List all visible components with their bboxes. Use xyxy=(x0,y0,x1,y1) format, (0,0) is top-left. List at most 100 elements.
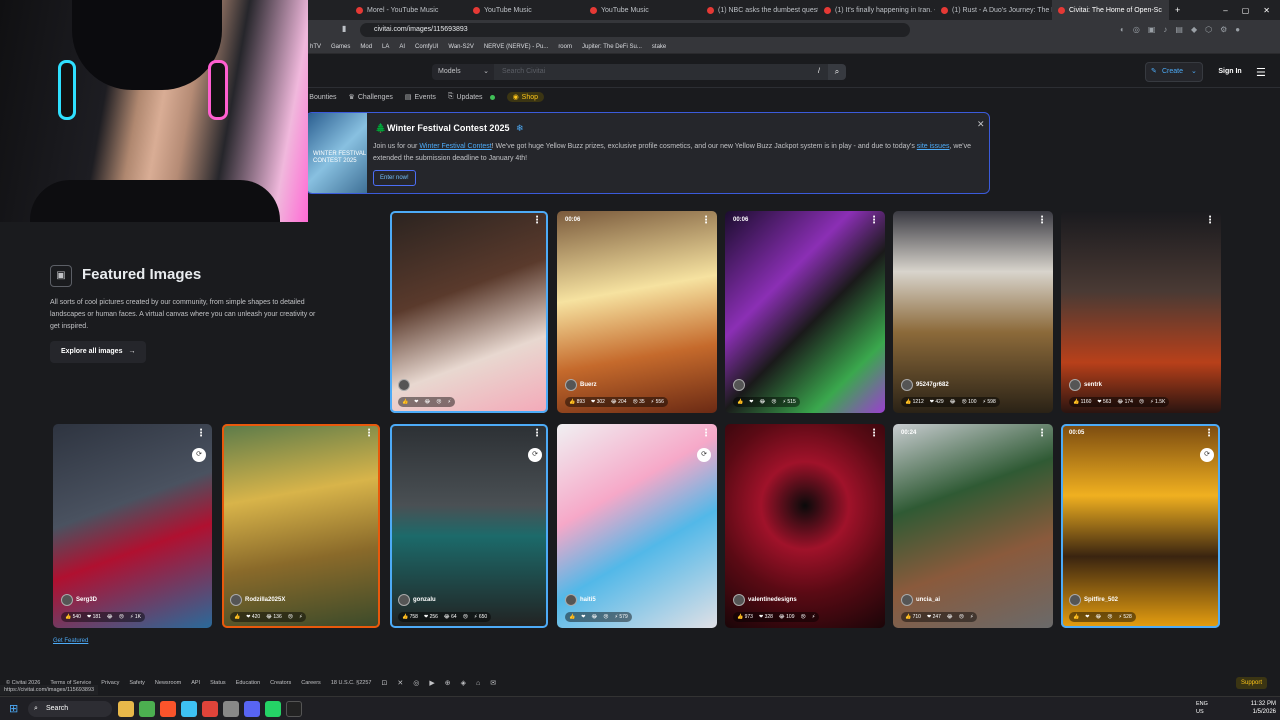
browser-tab[interactable]: (1) NBC asks the dumbest questio xyxy=(701,0,818,20)
extension-icon[interactable]: ▤ xyxy=(1175,25,1183,34)
footer-link[interactable]: Privacy xyxy=(101,680,119,686)
footer-link[interactable]: Creators xyxy=(270,680,291,686)
reaction-stat[interactable]: 😢 xyxy=(771,399,776,405)
app-icon[interactable] xyxy=(181,701,197,717)
reaction-stat[interactable]: 😂 204 xyxy=(611,399,627,405)
search-button[interactable]: ⌕ xyxy=(828,64,846,80)
taskbar-search[interactable]: ⌕ Search xyxy=(28,701,112,717)
create-button[interactable]: ✎ Create ⌄ xyxy=(1145,62,1203,82)
more-options-icon[interactable]: ⋮ xyxy=(1037,428,1047,439)
bookmark-item[interactable]: NERVE (NERVE) - Pu... xyxy=(484,44,548,50)
reaction-stat[interactable]: ⚡ xyxy=(812,614,816,620)
browser-tab[interactable]: (1) Rust - A Duo's Journey: The Ri xyxy=(935,0,1052,20)
image-card[interactable]: ⋮ ⟳ haiti5 👍 ❤ 😂 😢 ⚡ 579 xyxy=(557,424,717,628)
image-card[interactable]: 00:06 ⋮ Buerz 👍 893 ❤ 302 😂 204 😢 35 ⚡ 556 xyxy=(557,211,717,413)
card-user[interactable]: uncia_ai xyxy=(901,594,940,606)
image-card[interactable]: ⋮ 👍 ❤ 😂 😢 ⚡ xyxy=(390,211,548,413)
social-icon[interactable]: ⊡ xyxy=(381,679,387,687)
reaction-stat[interactable]: 👍 893 xyxy=(569,399,585,405)
reaction-stat[interactable]: ❤ xyxy=(414,399,418,405)
reaction-stat[interactable]: ❤ 429 xyxy=(930,399,944,405)
image-card[interactable]: 00:05 ⋮ ⟳ Spitfire_502 👍 ❤ 😂 😢 ⚡ 528 xyxy=(1061,424,1220,628)
reaction-stat[interactable]: ❤ xyxy=(749,399,753,405)
reaction-stat[interactable]: 😢 xyxy=(119,614,124,620)
more-options-icon[interactable]: ⋮ xyxy=(869,428,879,439)
app-icon[interactable] xyxy=(223,701,239,717)
reaction-stat[interactable]: 😂 136 xyxy=(266,614,282,620)
image-card[interactable]: ⋮ sentrk 👍 1160 ❤ 563 😂 174 😢 ⚡ 1.5K xyxy=(1061,211,1221,413)
reaction-stat[interactable]: 😂 64 xyxy=(444,614,457,620)
reaction-stat[interactable]: 👍 758 xyxy=(402,614,418,620)
reaction-stat[interactable]: 😢 xyxy=(603,614,608,620)
footer-link[interactable]: API xyxy=(191,680,200,686)
maximize-icon[interactable]: ▢ xyxy=(1242,6,1250,15)
reaction-stat[interactable]: 😂 174 xyxy=(1117,399,1133,405)
social-icon[interactable]: ✕ xyxy=(397,679,403,687)
browser-tab[interactable]: YouTube Music xyxy=(467,0,584,20)
image-card[interactable]: ⋮ ⟳ Serg3D 👍 540 ❤ 181 😂 😢 ⚡ 1K xyxy=(53,424,212,628)
social-icon[interactable]: ⌂ xyxy=(476,680,480,687)
reaction-stat[interactable]: 👍 1160 xyxy=(1073,399,1091,405)
enter-now-button[interactable]: Enter now! xyxy=(373,170,416,186)
reaction-stat[interactable]: ⚡ xyxy=(970,614,974,620)
card-user[interactable]: Spitfire_502 xyxy=(1069,594,1118,606)
social-icon[interactable]: ⊕ xyxy=(445,679,451,687)
reaction-stat[interactable]: 😂 xyxy=(107,614,113,620)
reaction-stat[interactable]: ❤ 247 xyxy=(927,614,941,620)
nav-item-challenges[interactable]: ♛ Challenges xyxy=(349,93,393,102)
bookmark-item[interactable]: Wan-S2V xyxy=(448,44,473,50)
search-scope-select[interactable]: Models ⌄ xyxy=(432,64,494,80)
more-options-icon[interactable]: ⋮ xyxy=(701,428,711,439)
reaction-stat[interactable]: 😢 xyxy=(1139,399,1144,405)
taskbar-clock[interactable]: 11:32 PM 1/5/2026 xyxy=(1240,700,1276,716)
bookmark-item[interactable]: LA xyxy=(382,44,389,50)
reaction-stat[interactable]: 👍 xyxy=(1073,614,1079,620)
reaction-stat[interactable]: 😂 109 xyxy=(779,614,795,620)
discord-icon[interactable] xyxy=(244,701,260,717)
reaction-stat[interactable]: ❤ 563 xyxy=(1097,399,1111,405)
more-options-icon[interactable]: ⋮ xyxy=(1205,215,1215,226)
reaction-stat[interactable]: ⚡ 1K xyxy=(130,614,141,620)
remix-icon[interactable]: ⟳ xyxy=(528,448,542,462)
url-field[interactable]: civitai.com/images/115693893 xyxy=(360,23,910,37)
card-user[interactable] xyxy=(398,379,413,391)
reaction-stat[interactable]: 👍 540 xyxy=(65,614,81,620)
close-icon[interactable]: ✕ xyxy=(977,119,985,130)
browser-tab[interactable]: YouTube Music xyxy=(584,0,701,20)
social-icon[interactable]: ◎ xyxy=(413,679,419,687)
image-card[interactable]: 00:24 ⋮ uncia_ai 👍 710 ❤ 247 😂 😢 ⚡ xyxy=(893,424,1053,628)
reaction-stat[interactable]: 😂 xyxy=(591,614,597,620)
more-options-icon[interactable]: ⋮ xyxy=(532,215,542,226)
close-icon[interactable]: ✕ xyxy=(1263,6,1270,15)
browser-tab[interactable]: (1) It's finally happening in Iran. - xyxy=(818,0,935,20)
reaction-stat[interactable]: ⚡ 556 xyxy=(651,399,664,405)
nav-item-updates[interactable]: ⎘ Updates xyxy=(448,93,495,101)
reaction-stat[interactable]: ⚡ xyxy=(448,399,452,405)
reaction-stat[interactable]: 😂 xyxy=(759,399,765,405)
social-icon[interactable]: ◈ xyxy=(461,679,466,687)
reaction-stat[interactable]: 😢 xyxy=(288,614,293,620)
card-user[interactable]: Rodzilla2025X xyxy=(230,594,285,606)
reaction-stat[interactable]: 😂 xyxy=(424,399,430,405)
sign-in-button[interactable]: Sign In xyxy=(1212,62,1248,82)
reaction-stat[interactable]: ⚡ 515 xyxy=(783,399,796,405)
reaction-stat[interactable]: 😂 xyxy=(1095,614,1101,620)
image-card[interactable]: ⋮ Rodzilla2025X 👍 ❤ 420 😂 136 😢 ⚡ xyxy=(222,424,380,628)
bookmark-item[interactable]: Jupiter: The DeFi Su... xyxy=(582,44,642,50)
reaction-stat[interactable]: 😢 100 xyxy=(962,399,977,405)
reaction-stat[interactable]: 😢 35 xyxy=(632,399,644,405)
reaction-stat[interactable]: ⚡ 528 xyxy=(1119,614,1132,620)
card-user[interactable]: Buerz xyxy=(565,379,597,391)
minimize-icon[interactable]: – xyxy=(1223,6,1227,15)
footer-link[interactable]: Careers xyxy=(301,680,321,686)
brave-icon[interactable] xyxy=(160,701,176,717)
card-user[interactable]: gonzalu xyxy=(398,594,436,606)
remix-icon[interactable]: ⟳ xyxy=(697,448,711,462)
image-card[interactable]: 00:06 ⋮ 👍 ❤ 😂 😢 ⚡ 515 xyxy=(725,211,885,413)
reaction-stat[interactable]: ❤ 328 xyxy=(759,614,773,620)
bookmark-item[interactable]: room xyxy=(558,44,572,50)
reaction-stat[interactable]: ❤ 420 xyxy=(246,614,260,620)
more-options-icon[interactable]: ⋮ xyxy=(364,428,374,439)
card-user[interactable]: 95247gr682 xyxy=(901,379,949,391)
reaction-stat[interactable]: 😢 xyxy=(436,399,441,405)
